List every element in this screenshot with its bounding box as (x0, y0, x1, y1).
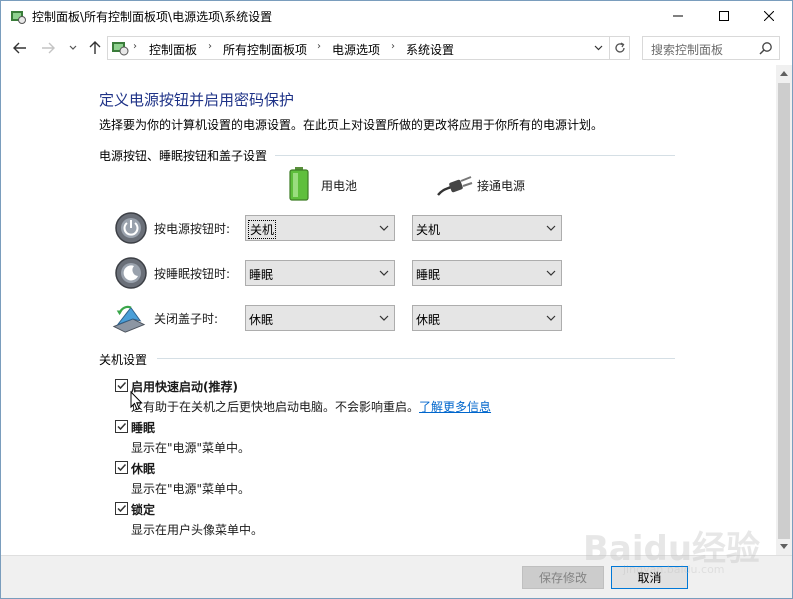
main-content: 定义电源按钮并启用密码保护 选择要为你的计算机设置的电源设置。在此页上对设置所做… (1, 65, 776, 555)
battery-column-label: 用电池 (321, 179, 358, 193)
lock-option-label[interactable]: 锁定 (131, 501, 155, 518)
scroll-down-button[interactable] (776, 538, 792, 555)
chevron-down-icon (379, 315, 389, 321)
power-button-battery-select[interactable]: 关机 (245, 215, 395, 241)
checkmark-icon (117, 422, 127, 431)
back-arrow-icon (13, 42, 26, 54)
close-lid-battery-select[interactable]: 休眠 (245, 305, 395, 331)
battery-icon (289, 167, 309, 201)
close-lid-label: 关闭盖子时: (154, 312, 219, 326)
breadcrumb-separator[interactable]: › (208, 41, 212, 52)
window-title: 控制面板\所有控制面板项\电源选项\系统设置 (32, 10, 273, 24)
address-history-button[interactable] (589, 38, 607, 58)
lock-checkbox[interactable] (115, 502, 128, 515)
mouse-cursor-icon (130, 391, 143, 411)
sleep-option-description: 显示在"电源"菜单中。 (131, 441, 251, 455)
up-arrow-icon (89, 41, 101, 54)
breadcrumb-all-items[interactable]: 所有控制面板项 (223, 41, 307, 58)
checkmark-icon (117, 381, 127, 390)
chevron-down-icon (594, 45, 602, 51)
close-icon (764, 11, 774, 21)
chevron-down-icon (379, 225, 389, 231)
title-bar[interactable]: 控制面板\所有控制面板项\电源选项\系统设置 (1, 1, 792, 31)
maximize-button[interactable] (701, 1, 747, 31)
sleep-checkbox[interactable] (115, 420, 128, 433)
breadcrumb-separator[interactable]: › (317, 41, 321, 52)
forward-arrow-icon (42, 42, 55, 54)
laptop-lid-icon (112, 305, 146, 333)
back-button[interactable] (11, 39, 29, 57)
hibernate-option-description: 显示在"电源"菜单中。 (131, 482, 251, 496)
maximize-icon (719, 11, 729, 21)
chevron-down-icon (379, 270, 389, 276)
shutdown-section-heading: 关机设置 (99, 353, 148, 367)
learn-more-link[interactable]: 了解更多信息 (419, 400, 491, 414)
plugged-in-column-label: 接通电源 (477, 179, 526, 193)
power-button-label: 按电源按钮时: (154, 222, 231, 236)
breadcrumb-system-settings[interactable]: 系统设置 (406, 41, 454, 58)
select-value: 关机 (247, 220, 277, 239)
chevron-down-icon (546, 315, 556, 321)
hibernate-option-label[interactable]: 休眠 (131, 460, 155, 477)
fast-startup-description: 这有助于在关机之后更快地启动电脑。不会影响重启。了解更多信息 (131, 398, 491, 415)
power-plug-icon (437, 176, 473, 196)
checkmark-icon (117, 463, 127, 472)
refresh-button[interactable] (609, 37, 629, 59)
sleep-button-battery-select[interactable]: 睡眠 (245, 260, 395, 286)
control-panel-icon (11, 11, 26, 24)
sleep-option-label[interactable]: 睡眠 (131, 419, 155, 436)
chevron-down-icon (780, 544, 788, 549)
select-value: 休眠 (249, 313, 274, 327)
search-input[interactable]: 搜索控制面板 (642, 36, 780, 60)
scrollbar-thumb[interactable] (778, 83, 790, 539)
control-panel-icon (112, 42, 129, 56)
select-value: 关机 (416, 223, 441, 237)
power-button-plugged-select[interactable]: 关机 (412, 215, 562, 241)
refresh-icon (614, 42, 625, 53)
breadcrumb-separator[interactable]: › (133, 41, 137, 52)
fast-startup-label[interactable]: 启用快速启动(推荐) (131, 378, 238, 395)
power-button-icon (115, 212, 147, 244)
power-buttons-section-heading: 电源按钮、睡眠按钮和盖子设置 (99, 149, 268, 163)
scroll-up-button[interactable] (776, 65, 792, 82)
sleep-button-icon (115, 257, 147, 289)
breadcrumb-control-panel[interactable]: 控制面板 (149, 41, 197, 58)
lock-option-description: 显示在用户头像菜单中。 (131, 523, 264, 537)
select-value: 睡眠 (249, 268, 274, 282)
section-divider (275, 155, 675, 156)
search-icon[interactable] (759, 41, 773, 55)
minimize-button[interactable] (655, 1, 701, 31)
forward-button[interactable] (39, 39, 57, 57)
baidu-watermark: Baidu经验 jingyan.baidu.com (583, 513, 760, 583)
page-title: 定义电源按钮并启用密码保护 (99, 91, 295, 109)
chevron-down-icon (69, 45, 77, 50)
sleep-button-label: 按睡眠按钮时: (154, 267, 231, 281)
control-panel-window: 控制面板\所有控制面板项\电源选项\系统设置 › 控制面板 › 所有控制面板项 … (0, 0, 793, 599)
breadcrumb-separator[interactable]: › (391, 41, 395, 52)
fast-startup-checkbox[interactable] (115, 379, 128, 392)
chevron-down-icon (546, 225, 556, 231)
up-button[interactable] (86, 39, 104, 57)
select-value: 休眠 (416, 313, 441, 327)
breadcrumb-power-options[interactable]: 电源选项 (332, 41, 380, 58)
address-bar[interactable]: › 控制面板 › 所有控制面板项 › 电源选项 › 系统设置 (107, 36, 630, 60)
chevron-down-icon (546, 270, 556, 276)
chevron-up-icon (780, 71, 788, 76)
recent-locations-button[interactable] (64, 39, 82, 57)
close-lid-plugged-select[interactable]: 休眠 (412, 305, 562, 331)
page-description: 选择要为你的计算机设置的电源设置。在此页上对设置所做的更改将应用于你所有的电源计… (99, 118, 604, 132)
watermark-url: jingyan.baidu.com (623, 563, 725, 576)
search-placeholder: 搜索控制面板 (651, 43, 724, 57)
sleep-button-plugged-select[interactable]: 睡眠 (412, 260, 562, 286)
close-button[interactable] (746, 1, 792, 31)
hibernate-checkbox[interactable] (115, 461, 128, 474)
checkmark-icon (117, 504, 127, 513)
navigation-bar: › 控制面板 › 所有控制面板项 › 电源选项 › 系统设置 搜索控制面板 (1, 31, 792, 65)
vertical-scrollbar[interactable] (776, 65, 792, 555)
fast-startup-description-text: 这有助于在关机之后更快地启动电脑。不会影响重启。 (131, 400, 420, 414)
section-divider (157, 358, 675, 359)
minimize-icon (673, 15, 683, 17)
select-value: 睡眠 (416, 268, 441, 282)
